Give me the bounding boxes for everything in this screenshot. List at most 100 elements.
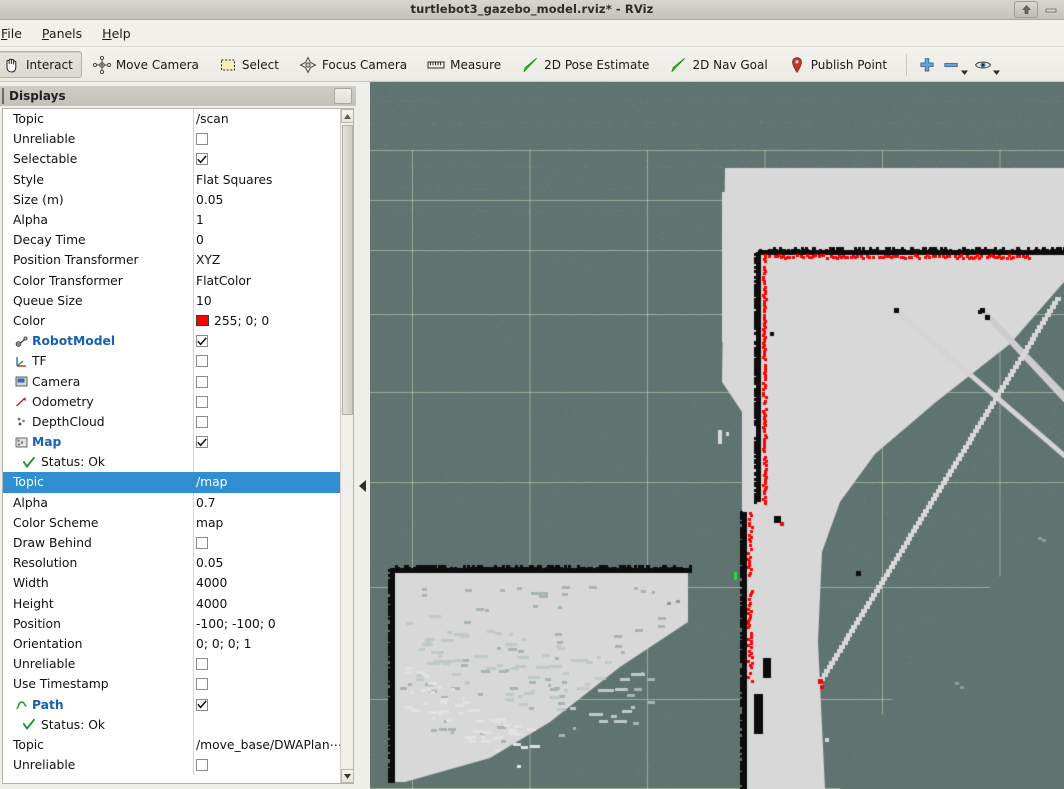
tree-row[interactable]: Width 4000 (3, 573, 341, 594)
scroll-up-button[interactable] (341, 109, 353, 123)
enable-checkbox[interactable] (196, 759, 208, 772)
tree-row-value[interactable] (196, 392, 341, 412)
tree-row[interactable]: Status: Ok (3, 714, 341, 735)
tree-row-value[interactable] (196, 129, 341, 149)
tool-2d-nav-goal[interactable]: 2D Nav Goal (660, 51, 776, 78)
tree-row-value[interactable] (196, 533, 341, 553)
panel-splitter[interactable] (356, 82, 370, 789)
tree-row-value[interactable]: map (196, 513, 341, 533)
tree-row[interactable]: Unreliable (3, 654, 341, 675)
add-tool-button[interactable] (915, 52, 939, 77)
tree-row-value[interactable]: 0.05 (196, 190, 341, 210)
tree-row-value[interactable]: FlatColor (196, 271, 341, 291)
undock-button[interactable] (334, 88, 352, 104)
tool-interact[interactable]: Interact (0, 51, 82, 78)
enable-checkbox[interactable] (196, 415, 208, 428)
tool-select[interactable]: Select (210, 51, 288, 78)
tree-row[interactable]: Alpha 1 (3, 209, 341, 231)
tree-row[interactable]: Resolution 0.05 (3, 553, 341, 574)
tree-row-value[interactable] (196, 331, 341, 351)
tree-row[interactable]: Queue Size 10 (3, 290, 341, 311)
menu-panels[interactable]: Panels (32, 23, 92, 44)
tree-row[interactable]: Path (3, 694, 341, 715)
tree-row[interactable]: Map (3, 432, 341, 453)
scroll-down-button[interactable] (341, 769, 353, 783)
tree-row-value[interactable]: XYZ (196, 250, 341, 270)
tree-row[interactable]: Color Scheme map (3, 512, 341, 533)
tree-row-value[interactable] (196, 755, 341, 775)
tree-row-value[interactable] (196, 371, 341, 391)
tree-row-value[interactable]: 255; 0; 0 (196, 311, 341, 331)
tree-row-value[interactable] (196, 674, 341, 694)
tree-row[interactable]: Position -100; -100; 0 (3, 613, 341, 634)
tree-row[interactable]: Alpha 0.7 (3, 492, 341, 513)
rviz-3d-view[interactable] (370, 82, 1064, 789)
tree-row[interactable]: Use Timestamp (3, 674, 341, 695)
tree-scrollbar[interactable] (340, 109, 353, 783)
tree-row[interactable]: Color 255; 0; 0 (3, 310, 341, 332)
tree-row-value[interactable] (196, 412, 341, 432)
menu-file[interactable]: File (0, 23, 32, 44)
tree-row[interactable]: Status: Ok (3, 452, 341, 473)
map-canvas[interactable] (370, 82, 1064, 789)
tree-row-value[interactable]: 1 (196, 210, 341, 230)
tree-row-value[interactable]: 10 (196, 291, 341, 311)
enable-checkbox[interactable] (196, 537, 208, 550)
tree-row[interactable]: Camera (3, 371, 341, 392)
tree-row[interactable]: Topic/scan (3, 109, 341, 130)
tree-row-value[interactable]: 0.05 (196, 553, 341, 573)
tree-row[interactable]: Topic/move_base/DWAPlan⋯ (3, 734, 341, 755)
tree-row-value[interactable] (196, 432, 341, 452)
tree-row[interactable]: Unreliable (3, 755, 341, 776)
tool-focus-camera[interactable]: Focus Camera (290, 51, 416, 78)
tree-row[interactable]: Selectable (3, 149, 341, 170)
tree-row[interactable]: Color Transformer FlatColor (3, 270, 341, 291)
tree-row-value[interactable] (196, 351, 341, 371)
tool-measure[interactable]: Measure (418, 51, 510, 78)
tree-row[interactable]: Size (m) 0.05 (3, 189, 341, 210)
tree-row-value[interactable] (196, 715, 341, 735)
tree-row[interactable]: Height 4000 (3, 593, 341, 614)
tree-row[interactable]: Style Flat Squares (3, 169, 341, 190)
tree-row[interactable]: Decay Time 0 (3, 230, 341, 251)
tree-row-value[interactable]: /move_base/DWAPlan⋯ (196, 735, 341, 755)
tree-row[interactable]: DepthCloud (3, 411, 341, 432)
tool-publish-point[interactable]: Publish Point (779, 51, 896, 78)
displays-tree[interactable]: Topic/scan Unreliable Selectable Style Flat … (2, 108, 354, 784)
tree-row[interactable]: TF (3, 351, 341, 372)
tree-row-value[interactable]: 4000 (196, 594, 341, 614)
tree-row[interactable]: Draw Behind (3, 532, 341, 554)
tool-properties-button-menu-arrow[interactable] (993, 69, 1001, 76)
enable-checkbox[interactable] (196, 335, 208, 348)
enable-checkbox[interactable] (196, 153, 208, 166)
enable-checkbox[interactable] (196, 658, 208, 671)
remove-tool-button[interactable] (939, 52, 971, 77)
tool-move-camera[interactable]: Move Camera (84, 51, 208, 78)
tree-row[interactable]: Odometry (3, 391, 341, 412)
enable-checkbox[interactable] (196, 678, 208, 691)
tree-row-value[interactable]: -100; -100; 0 (196, 614, 341, 634)
tree-row[interactable]: RobotModel (3, 331, 341, 352)
tree-row-value[interactable]: 0.7 (196, 493, 341, 513)
tree-row[interactable]: Position Transformer XYZ (3, 250, 341, 271)
minimize-button[interactable] (1040, 1, 1062, 18)
menu-help[interactable]: Help (92, 23, 141, 44)
enable-checkbox[interactable] (196, 436, 208, 449)
tree-row-value[interactable] (196, 654, 341, 674)
tree-row[interactable]: Topic/map (3, 472, 341, 493)
tree-row-value[interactable] (196, 149, 341, 169)
enable-checkbox[interactable] (196, 133, 208, 146)
enable-checkbox[interactable] (196, 375, 208, 388)
tree-row[interactable]: Unreliable (3, 129, 341, 150)
enable-checkbox[interactable] (196, 395, 208, 408)
tree-row-value[interactable]: 4000 (196, 573, 341, 593)
tool-2d-pose-estimate[interactable]: 2D Pose Estimate (512, 51, 658, 78)
tree-row[interactable]: Orientation 0; 0; 0; 1 (3, 633, 341, 655)
tree-row-value[interactable] (196, 694, 341, 714)
enable-checkbox[interactable] (196, 355, 208, 368)
restore-button[interactable] (1014, 1, 1038, 18)
remove-tool-button-menu-arrow[interactable] (961, 69, 969, 76)
left-triangle-icon[interactable] (359, 480, 367, 492)
tree-row-value[interactable]: 0 (196, 230, 341, 250)
tree-row-value[interactable]: /map (196, 472, 341, 492)
